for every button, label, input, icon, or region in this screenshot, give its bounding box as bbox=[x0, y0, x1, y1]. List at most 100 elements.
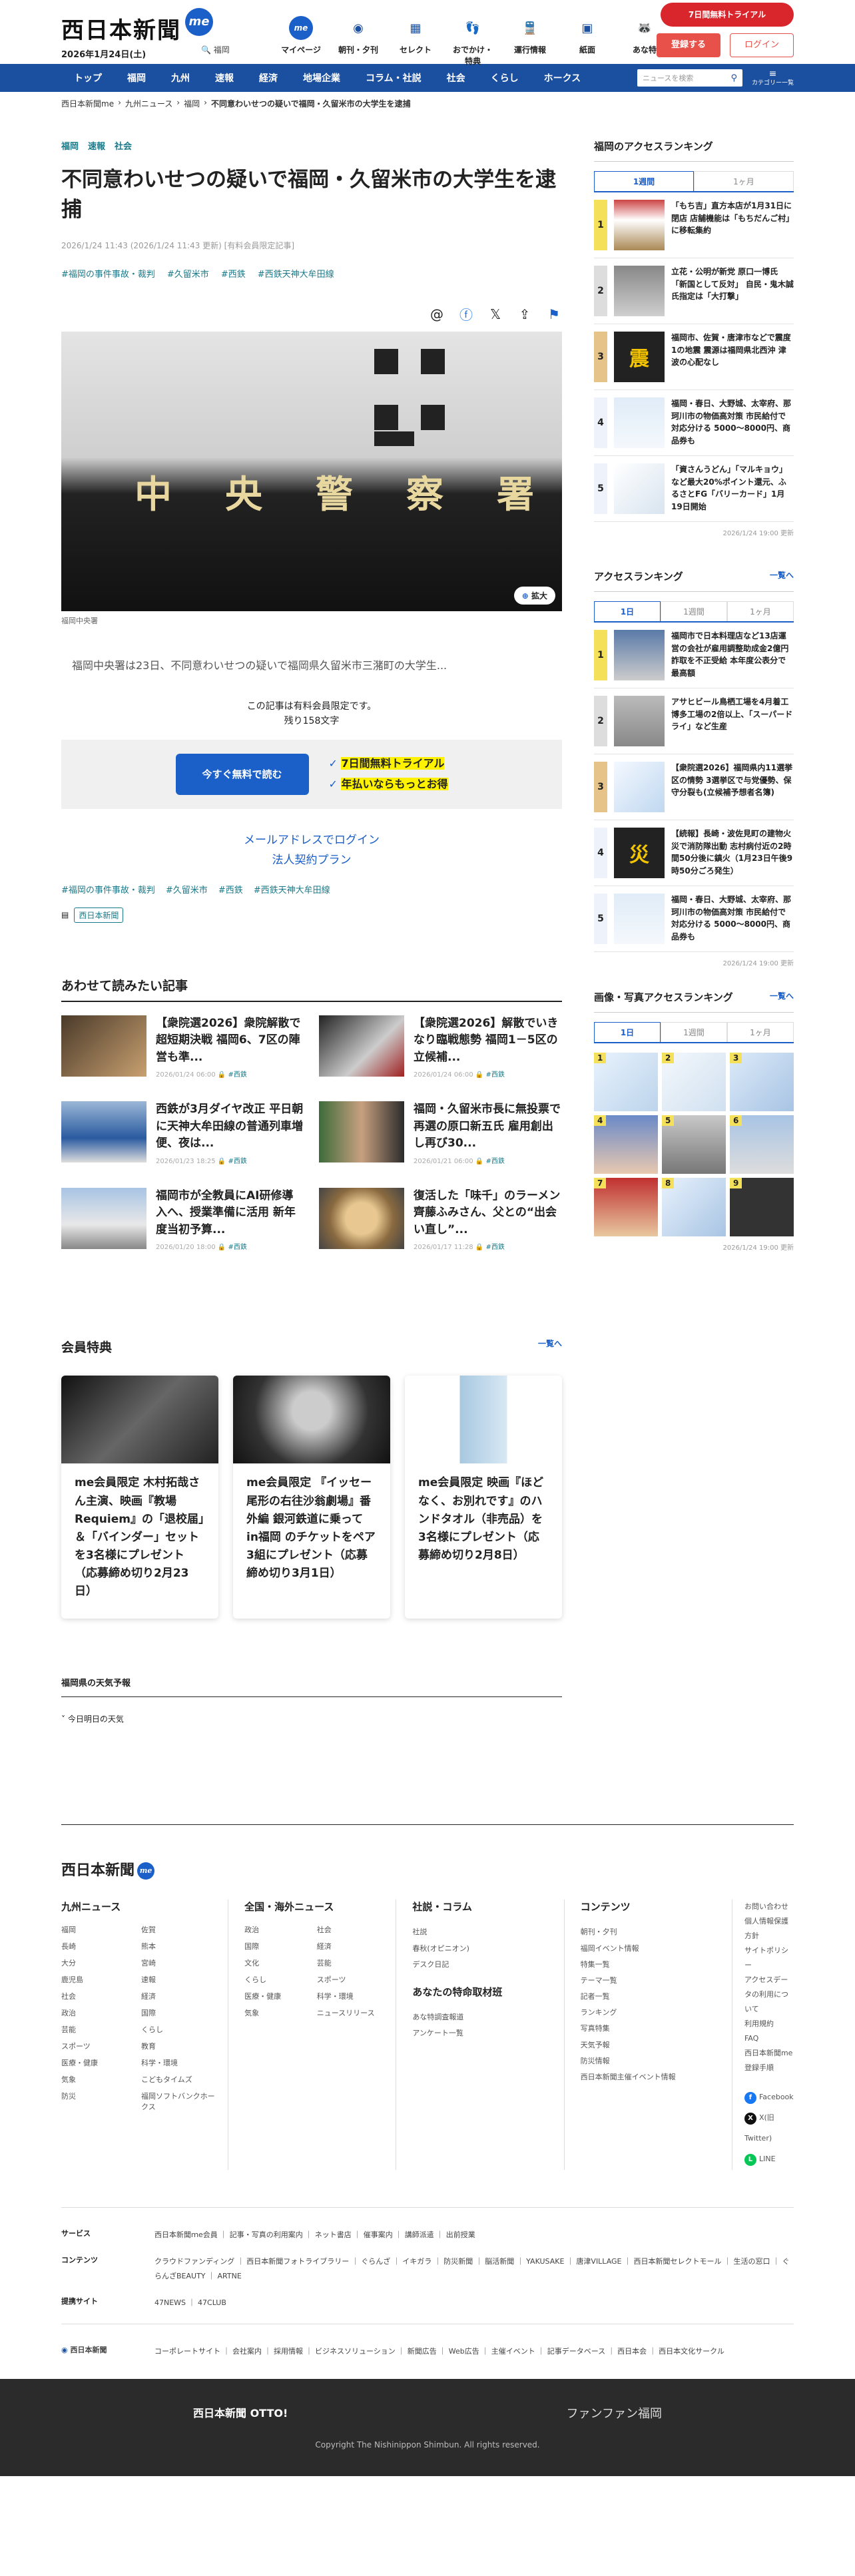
footer-link[interactable]: 気象 bbox=[61, 2074, 141, 2085]
x-icon[interactable]: 𝕏 bbox=[487, 306, 503, 322]
gnav-society[interactable]: 社会 bbox=[434, 71, 478, 85]
ranking-item[interactable]: 5 福岡・春日、大野城、太宰府、那珂川市の物価高対策 市民給付で対応分ける 500… bbox=[594, 886, 794, 952]
otto-logo[interactable]: 西日本新聞 OTTO! bbox=[193, 2404, 288, 2420]
list-item[interactable]: 【衆院選2026】衆院解散で超短期決戦 福岡6、7区の陣営も準... 2026/0… bbox=[61, 1015, 304, 1079]
footer-link[interactable]: ランキング bbox=[581, 2008, 617, 2017]
footer-link[interactable]: 速報 bbox=[141, 1974, 221, 1985]
partner-links[interactable]: 47NEWS ｜ 47CLUB bbox=[154, 2296, 794, 2310]
tag-link[interactable]: #西鉄 bbox=[221, 267, 246, 280]
nav-outing[interactable]: 👣 おでかけ・特典 bbox=[449, 16, 496, 67]
list-item[interactable]: 福岡・久留米市長に無投票で再選の原口新五氏 雇用創出し再び30... 2026/0… bbox=[319, 1101, 562, 1165]
footer-line-link[interactable]: L LINE bbox=[744, 2149, 794, 2170]
footer-link[interactable]: 文化 bbox=[244, 1957, 317, 1968]
footer-link[interactable]: 国際 bbox=[141, 2007, 221, 2018]
gnav-column[interactable]: コラム・社説 bbox=[353, 71, 434, 85]
footer-link[interactable]: 気象 bbox=[244, 2007, 317, 2018]
footer-link[interactable]: 写真特集 bbox=[581, 2024, 610, 2033]
footer-link[interactable]: テーマ一覧 bbox=[581, 1976, 617, 1985]
ranking-item[interactable]: 5 「資さんうどん」「マルキョウ」など最大20%ポイント還元、ふるさとFG「バリー… bbox=[594, 456, 794, 522]
footer-link[interactable]: くらし bbox=[244, 1974, 317, 1985]
access-ranking-more-link[interactable]: 一覧へ bbox=[770, 569, 794, 583]
footer-link[interactable]: 天気予報 bbox=[581, 2041, 610, 2049]
tab-1week[interactable]: 1週間 bbox=[661, 1022, 727, 1042]
photo-ranking-more-link[interactable]: 一覧へ bbox=[770, 990, 794, 1004]
category-link[interactable]: 速報 bbox=[88, 139, 105, 152]
site-logo[interactable]: 西日本新聞 me 2026年1月24日(土) bbox=[61, 8, 213, 60]
ranking-item[interactable]: 2 アサヒビール鳥栖工場を4月着工 博多工場の2倍以上、「スーパードライ」など生産 bbox=[594, 688, 794, 754]
footer-link[interactable]: 鹿児島 bbox=[61, 1974, 141, 1985]
trial-button[interactable]: 7日間無料トライアル bbox=[661, 3, 794, 27]
tab-1day[interactable]: 1日 bbox=[594, 1022, 661, 1042]
tag-link[interactable]: #西鉄天神大牟田線 bbox=[258, 267, 334, 280]
nav-newspaper[interactable]: ◉ 朝刊・夕刊 bbox=[335, 16, 382, 67]
photo-item[interactable]: 5 bbox=[662, 1115, 726, 1174]
bookmark-icon[interactable]: ⚑ bbox=[546, 306, 562, 322]
tab-1week[interactable]: 1週間 bbox=[594, 171, 694, 191]
footer-link[interactable]: くらし bbox=[141, 2024, 221, 2035]
footer-link[interactable]: 記者一覧 bbox=[581, 1992, 610, 2001]
footer-link[interactable]: あな特調査報道 bbox=[412, 2013, 463, 2021]
nav-mypage[interactable]: me マイページ bbox=[278, 16, 324, 67]
footer-link[interactable]: 福岡 bbox=[61, 1924, 141, 1935]
footer-link[interactable]: 福岡イベント情報 bbox=[581, 1944, 639, 1953]
footer-link[interactable]: 宮崎 bbox=[141, 1957, 221, 1968]
tag-link[interactable]: #久留米市 bbox=[167, 267, 209, 280]
category-link[interactable]: 社会 bbox=[115, 139, 132, 152]
ranking-item[interactable]: 3 【衆院選2026】福岡県内11選挙区の情勢 3選挙区で与党優勢、保守分裂も(立… bbox=[594, 754, 794, 820]
footer-link[interactable]: 科学・環境 bbox=[317, 1991, 390, 2001]
footer-link[interactable]: 大分 bbox=[61, 1957, 141, 1968]
footer-link[interactable]: サイトポリシー bbox=[744, 1946, 788, 1969]
ranking-item[interactable]: 1 福岡市で日本料理店など13店運営の会社が雇用調整助成金2億円詐取を不正受給 本… bbox=[594, 623, 794, 688]
footer-link[interactable]: 医療・健康 bbox=[244, 1991, 317, 2001]
weather-link[interactable]: ˅ 今日明日の天気 bbox=[61, 1713, 562, 1724]
corporate-plan-link[interactable]: 法人契約プラン bbox=[272, 854, 352, 867]
benefit-card[interactable]: me会員限定 『イッセー尾形の右往沙翁劇場』番外編 銀河鉄道に乗って in福岡 … bbox=[233, 1376, 390, 1619]
footer-link[interactable]: 佐賀 bbox=[141, 1924, 221, 1935]
tag-link[interactable]: #福岡の事件事故・裁判 bbox=[61, 267, 155, 280]
photo-item[interactable]: 8 bbox=[662, 1178, 726, 1236]
register-button[interactable]: 登録する bbox=[657, 33, 720, 57]
footer-link[interactable]: ニュースリリース bbox=[317, 2007, 390, 2018]
gnav-kyushu[interactable]: 九州 bbox=[158, 71, 202, 85]
footer-facebook-link[interactable]: f Facebook bbox=[744, 2087, 794, 2108]
footer-link[interactable]: 社説 bbox=[412, 1928, 427, 1936]
footer-link[interactable]: 防災情報 bbox=[581, 2057, 610, 2065]
threads-icon[interactable]: @ bbox=[429, 306, 445, 322]
benefits-more-link[interactable]: 一覧へ bbox=[538, 1338, 562, 1356]
tab-1month[interactable]: 1ヶ月 bbox=[727, 1022, 794, 1042]
gnav-fukuoka[interactable]: 福岡 bbox=[115, 71, 158, 85]
benefit-card[interactable]: me会員限定 映画『ほどなく、お別れです』のハンドタオル（非売品）を3名様にプレ… bbox=[405, 1376, 562, 1619]
article-photo[interactable]: 中 央 警 察 署 ⊕ 拡大 bbox=[61, 331, 562, 611]
share-icon[interactable]: ⇪ bbox=[517, 306, 533, 322]
corporate-logo[interactable]: ◉ 西日本新聞 bbox=[61, 2344, 154, 2359]
ranking-item[interactable]: 2 立花・公明が新党 原口一博氏「新国として反対」 自民・鬼木誠氏指定は「大打撃」 bbox=[594, 258, 794, 324]
footer-link[interactable]: 春秋(オピニオン) bbox=[412, 1944, 469, 1953]
footer-link[interactable]: 芸能 bbox=[61, 2024, 141, 2035]
tag-link[interactable]: #福岡の事件事故・裁判 bbox=[61, 883, 155, 896]
footer-link[interactable]: アンケート一覧 bbox=[412, 2029, 463, 2037]
footer-link[interactable]: 利用規約 bbox=[744, 2019, 774, 2028]
breadcrumb-item[interactable]: 福岡 bbox=[184, 98, 200, 109]
photo-item[interactable]: 4 bbox=[594, 1115, 658, 1174]
read-free-button[interactable]: 今すぐ無料で読む bbox=[175, 753, 309, 795]
footer-link[interactable]: 政治 bbox=[244, 1924, 317, 1935]
footer-link[interactable]: 医療・健康 bbox=[61, 2057, 141, 2068]
list-item[interactable]: 福岡市が全教員にAI研修導入へ、授業準備に活用 新年度当初予算... 2026/0… bbox=[61, 1187, 304, 1251]
service-links[interactable]: 西日本新聞ｍe会員 ｜ 記事・写真の利用案内 ｜ ネット書店 ｜ 催事案内 ｜ … bbox=[154, 2228, 794, 2242]
ranking-item[interactable]: 3 震福岡市、佐賀・唐津市などで震度1の地震 震源は福岡県北西沖 津波の心配なし bbox=[594, 324, 794, 390]
ranking-item[interactable]: 1 「もち吉」直方本店が1月31日に閉店 店舗機能は「もちだんご村」に移転集約 bbox=[594, 192, 794, 258]
tab-1month[interactable]: 1ヶ月 bbox=[727, 601, 794, 621]
footer-link[interactable]: 経済 bbox=[141, 1991, 221, 2001]
footer-link[interactable]: 長崎 bbox=[61, 1941, 141, 1951]
tag-link[interactable]: #西鉄天神大牟田線 bbox=[254, 883, 330, 896]
footer-link[interactable]: スポーツ bbox=[317, 1974, 390, 1985]
footer-link[interactable]: 朝刊・夕刊 bbox=[581, 1928, 617, 1936]
footer-link[interactable]: 西日本新聞主催イベント情報 bbox=[581, 2073, 676, 2081]
corporate-links[interactable]: コーポレートサイト ｜ 会社案内 ｜ 採用情報 ｜ ビジネスソリューション ｜ … bbox=[154, 2344, 794, 2359]
photo-item[interactable]: 7 bbox=[594, 1178, 658, 1236]
list-item[interactable]: 【衆院選2026】解散でいきなり臨戦態勢 福岡1－5区の立候補... 2026/0… bbox=[319, 1015, 562, 1079]
footer-link[interactable]: 政治 bbox=[61, 2007, 141, 2018]
contents-links[interactable]: クラウドファンディング ｜ 西日本新聞フォトライブラリー ｜ ぐらんざ ｜ イキ… bbox=[154, 2254, 794, 2284]
footer-x-link[interactable]: X X(旧Twitter) bbox=[744, 2108, 794, 2149]
footer-link[interactable]: こどもタイムズ bbox=[141, 2074, 221, 2085]
